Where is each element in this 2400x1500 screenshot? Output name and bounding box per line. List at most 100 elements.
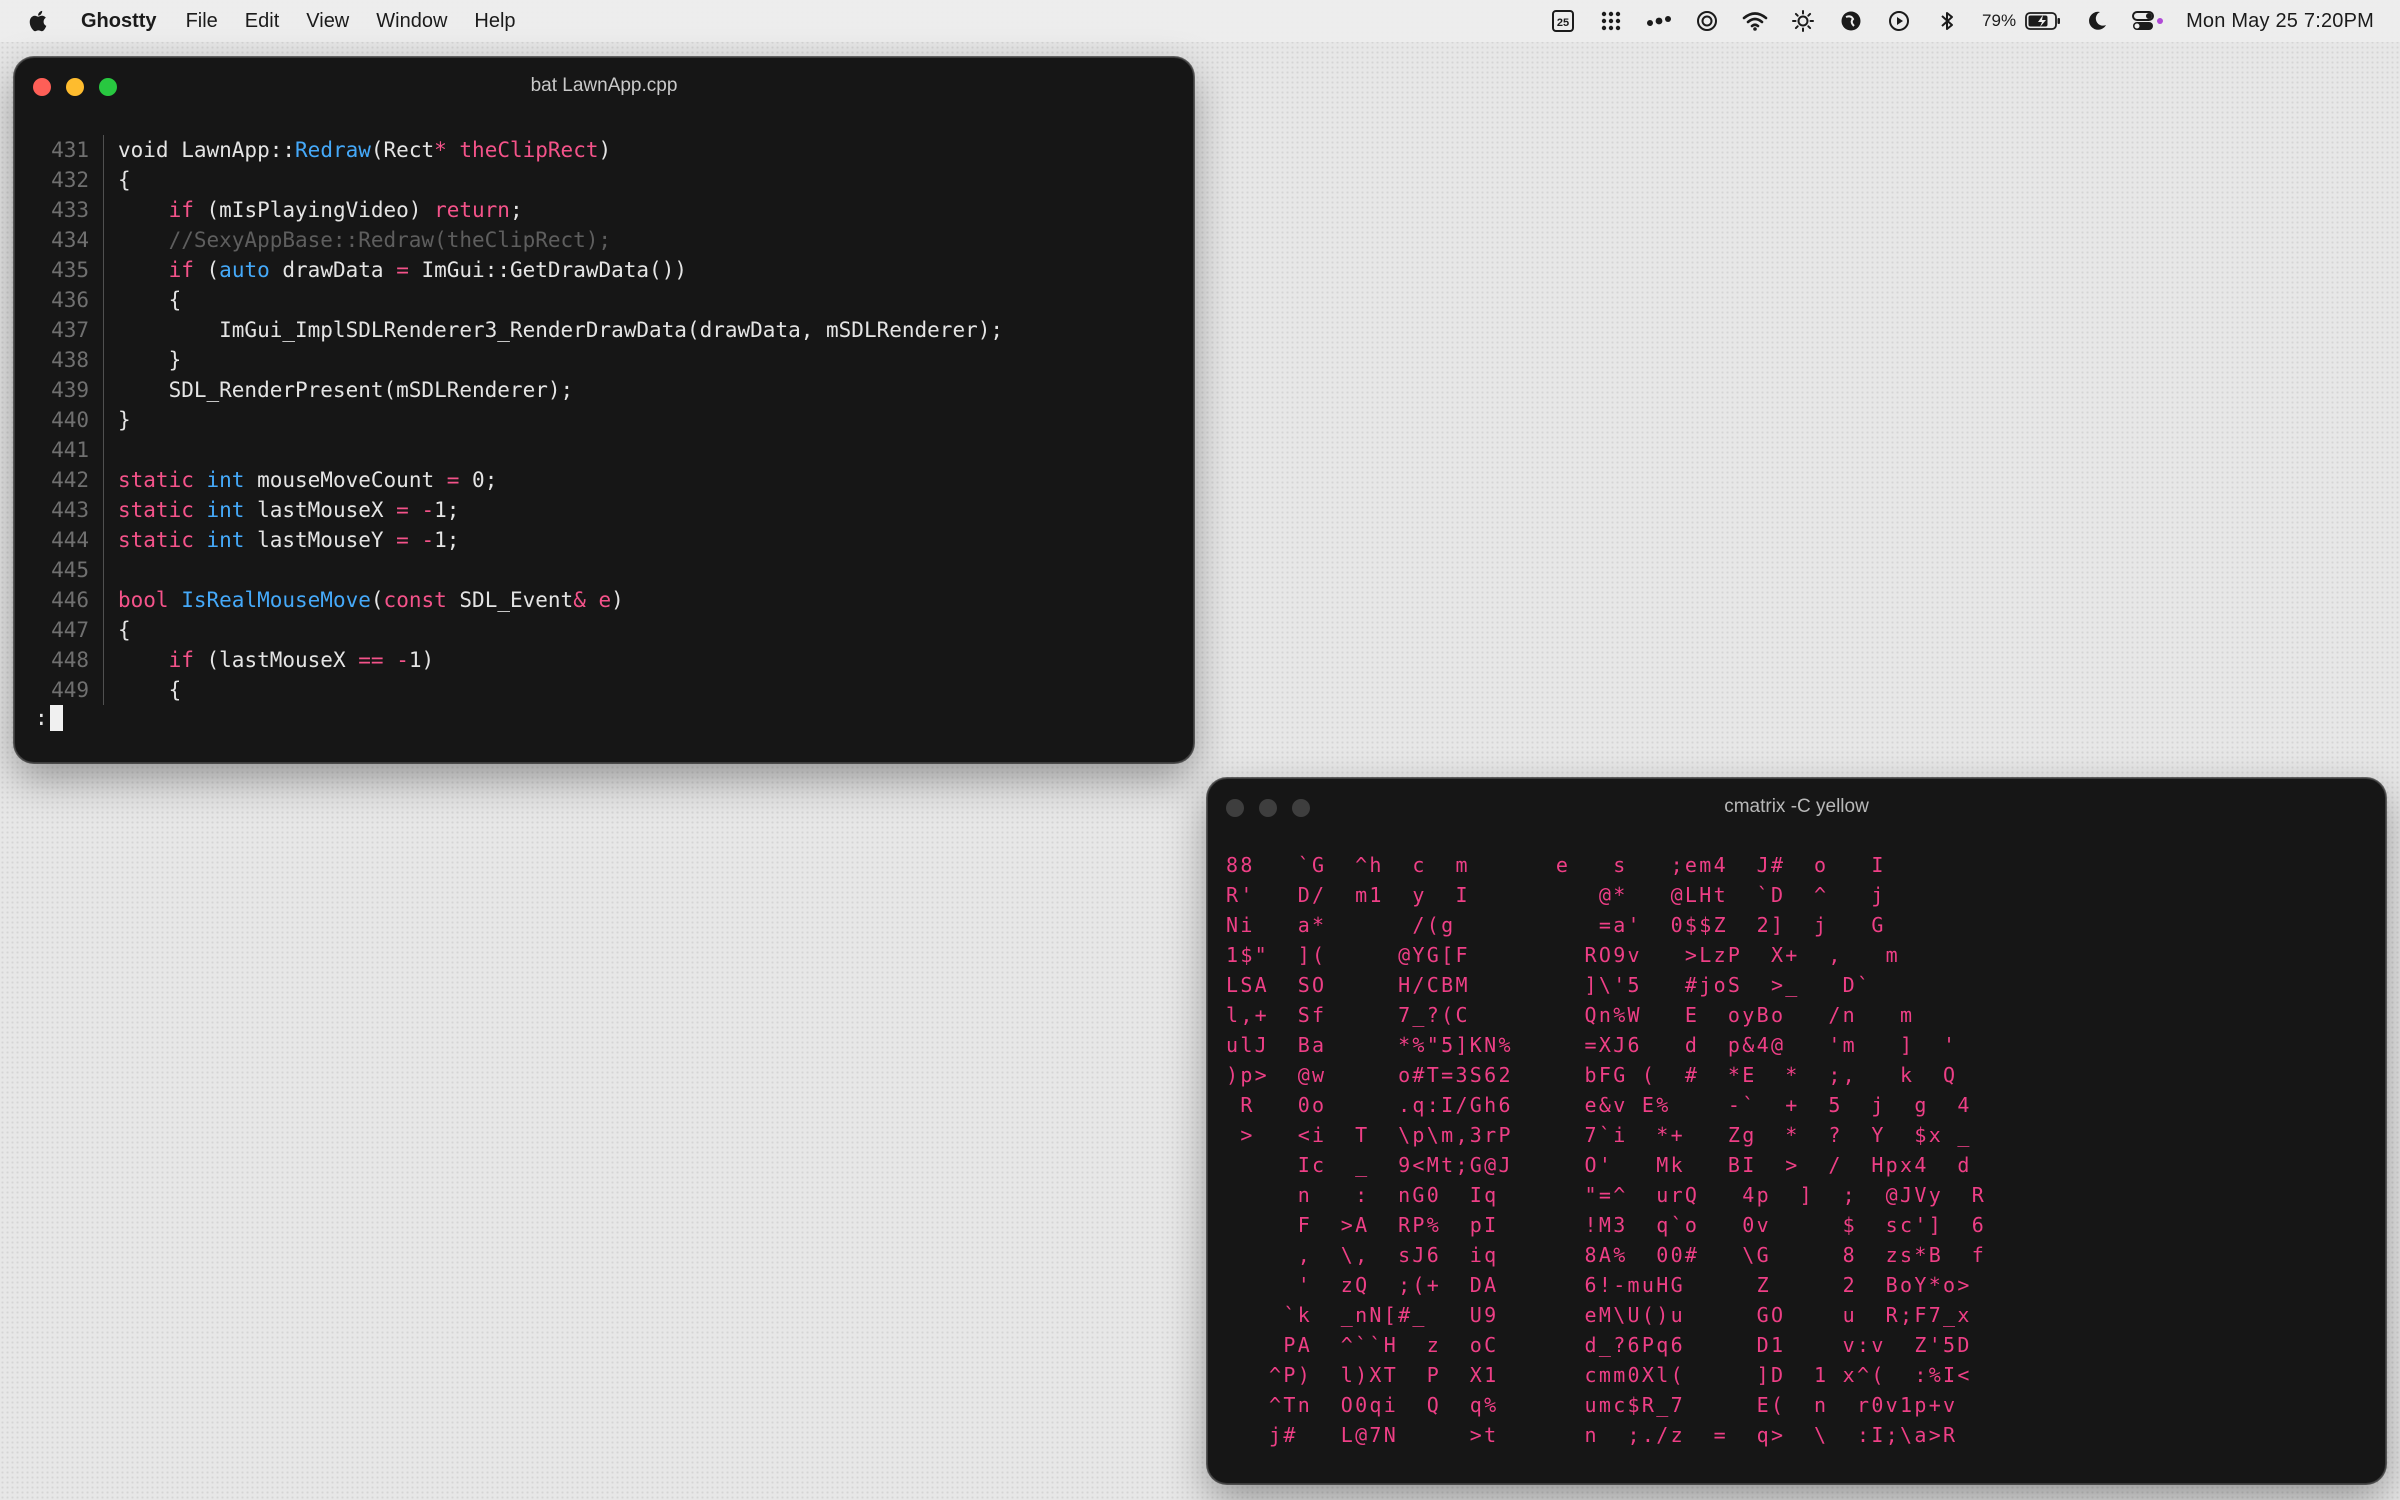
code-line: 438 } [15, 345, 1193, 375]
matrix-row: n : nG0 Iq "=^ urQ 4p ] ; @JVy R [1226, 1183, 1987, 1207]
menu-bar: Ghostty File Edit View Window Help 25 79… [0, 0, 2400, 42]
gutter-separator [103, 285, 104, 315]
code-line: 432 { [15, 165, 1193, 195]
line-number: 437 [51, 318, 89, 342]
code-token: { [118, 618, 131, 642]
code-token: static [118, 498, 194, 522]
line-number: 434 [51, 228, 89, 252]
grid-icon[interactable] [1598, 8, 1624, 34]
code-line: 439 SDL_RenderPresent(mSDLRenderer); [15, 375, 1193, 405]
menu-window[interactable]: Window [376, 10, 447, 33]
code-token: Redraw [295, 138, 371, 162]
dots-icon[interactable] [1646, 8, 1672, 34]
code-token: & [573, 588, 586, 612]
code-token: e [585, 588, 612, 612]
gutter-separator [103, 465, 104, 495]
code-token: //SexyAppBase::Redraw(theClipRect); [118, 228, 612, 252]
window-titlebar[interactable]: bat LawnApp.cpp [15, 58, 1193, 114]
matrix-row: F >A RP% pI !M3 q`o 0v $ sc'] 6 [1226, 1213, 1987, 1237]
code-view[interactable]: 431 void LawnApp::Redraw(Rect* theClipRec… [15, 135, 1193, 705]
matrix-row: 88 `G ^h c m e s ;em4 J# o I [1226, 853, 1886, 877]
terminal-window-cmatrix[interactable]: cmatrix -C yellow 88 `G ^h c m e s ;em4 … [1207, 778, 2386, 1484]
control-center-icon[interactable] [2132, 8, 2164, 34]
code-text: SDL_RenderPresent(mSDLRenderer); [118, 375, 574, 405]
code-token: ImGui_ImplSDLRenderer3_RenderDrawData(dr… [118, 318, 1004, 342]
brightness-icon[interactable] [1790, 8, 1816, 34]
code-text: static int mouseMoveCount = 0; [118, 465, 497, 495]
matrix-row: ulJ Ba *%"5]KN% =XJ6 d p&4@ 'm ] ' [1226, 1033, 1958, 1057]
gutter-separator [103, 135, 104, 165]
code-line: 437 ImGui_ImplSDLRenderer3_RenderDrawDat… [15, 315, 1193, 345]
battery-icon[interactable] [2024, 8, 2062, 34]
focus-icon[interactable] [1694, 8, 1720, 34]
gutter-separator [103, 555, 104, 585]
gutter-separator [103, 525, 104, 555]
menu-app-name[interactable]: Ghostty [81, 10, 157, 33]
matrix-row: Ni a* /(g =a' 0$$Z 2] j G [1226, 913, 1886, 937]
line-number: 440 [51, 408, 89, 432]
matrix-row: `k _nN[#_ U9 eM\U()u GO u R;F7_x [1226, 1303, 1972, 1327]
menu-edit[interactable]: Edit [245, 10, 279, 33]
line-number: 442 [51, 468, 89, 492]
code-text: bool IsRealMouseMove(const SDL_Event& e) [118, 585, 624, 615]
apple-menu-icon[interactable] [27, 9, 51, 33]
wifi-icon[interactable] [1742, 8, 1768, 34]
calendar-day: 25 [1552, 10, 1575, 32]
matrix-row: ^P) l)XT P X1 cmm0Xl( ]D 1 x^( :%I< [1226, 1363, 1972, 1387]
code-token: auto [219, 258, 270, 282]
moon-icon[interactable] [2084, 8, 2110, 34]
code-token: static [118, 528, 194, 552]
pager-prompt[interactable]: : [35, 703, 63, 733]
matrix-row: Ic _ 9<Mt;G@J O' Mk BI > / Hpx4 d [1226, 1153, 1972, 1177]
code-token: ) [598, 138, 612, 162]
calendar-icon[interactable]: 25 [1550, 8, 1576, 34]
code-token: int [206, 528, 245, 552]
line-number: 436 [51, 288, 89, 312]
code-text: //SexyAppBase::Redraw(theClipRect); [118, 225, 612, 255]
gutter-separator [103, 225, 104, 255]
code-line: 447 { [15, 615, 1193, 645]
line-number: 433 [51, 198, 89, 222]
play-icon[interactable] [1886, 8, 1912, 34]
code-text: { [118, 285, 182, 315]
code-line: 445 [15, 555, 1193, 585]
gutter-separator [103, 405, 104, 435]
code-token: (lastMouseX [193, 648, 359, 672]
code-line: 443 static int lastMouseX = -1; [15, 495, 1193, 525]
code-token: int [206, 498, 245, 522]
code-token: = [446, 468, 460, 492]
matrix-row: ' zQ ;(+ DA 6!-muHG Z 2 BoY*o> [1226, 1273, 1972, 1297]
terminal-window-bat[interactable]: bat LawnApp.cpp 431 void LawnApp::Redraw(… [14, 57, 1194, 763]
line-number: 432 [51, 168, 89, 192]
menu-view[interactable]: View [306, 10, 349, 33]
code-text: static int lastMouseY = -1; [118, 525, 459, 555]
code-text: { [118, 165, 131, 195]
window-titlebar[interactable]: cmatrix -C yellow [1208, 779, 2385, 835]
matrix-output: 88 `G ^h c m e s ;em4 J# o I R' D/ m1 y I… [1226, 850, 1986, 1450]
code-token: ) [611, 588, 624, 612]
line-number: 439 [51, 378, 89, 402]
matrix-row: R 0o .q:I/Gh6 e&v E% -` + 5 j g 4 [1226, 1093, 1972, 1117]
code-line: 446 bool IsRealMouseMove(const SDL_Event&… [15, 585, 1193, 615]
code-token: lastMouseX [244, 498, 397, 522]
menu-help[interactable]: Help [474, 10, 515, 33]
vpn-icon[interactable] [1838, 8, 1864, 34]
code-token: theClipRect [446, 138, 599, 162]
gutter-separator [103, 435, 104, 465]
code-token: 1; [434, 498, 460, 522]
menu-file[interactable]: File [186, 10, 218, 33]
code-token: const [383, 588, 447, 612]
bluetooth-icon[interactable] [1934, 8, 1960, 34]
code-token: } [118, 408, 131, 432]
gutter-separator [103, 675, 104, 705]
menubar-clock[interactable]: Mon May 25 7:20PM [2186, 10, 2374, 33]
matrix-row: ^Tn O0qi Q q% umc$R_7 E( n r0v1p+v [1226, 1393, 1958, 1417]
code-token: = [396, 498, 409, 522]
gutter-separator [103, 195, 104, 225]
code-token: :: [269, 138, 296, 162]
code-line: 440} [15, 405, 1193, 435]
